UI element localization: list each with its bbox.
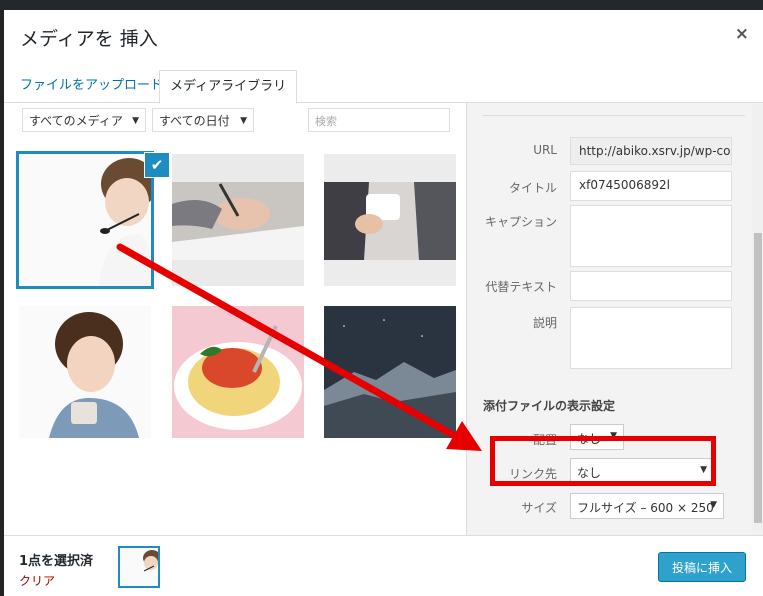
tab-media-library[interactable]: メディアライブラリ xyxy=(159,70,298,104)
title-label: タイトル xyxy=(508,181,557,195)
media-item-spaghetti[interactable] xyxy=(172,306,304,438)
caption-field[interactable] xyxy=(570,205,732,267)
selected-check-icon[interactable]: ✔ xyxy=(144,152,170,178)
highlight-box xyxy=(490,436,716,486)
media-modal: メディアを 挿入 × ファイルをアップロード メディアライブラリ すべてのメディ… xyxy=(4,10,763,596)
smiling-woman-image xyxy=(19,306,151,438)
writing-hands-image xyxy=(172,154,304,286)
media-toolbar: 1点を選択済 クリア 投稿に挿入 xyxy=(4,535,763,596)
media-item-mountains[interactable] xyxy=(324,306,456,438)
scrollbar-thumb[interactable] xyxy=(754,233,762,523)
tab-bar: ファイルをアップロード メディアライブラリ xyxy=(4,70,763,104)
url-label: URL xyxy=(533,143,557,157)
mountains-image xyxy=(324,306,456,438)
media-item-smiling-woman[interactable] xyxy=(19,306,151,438)
dropdown-arrow-icon: ▼ xyxy=(132,116,139,126)
description-label: 説明 xyxy=(532,316,557,330)
media-item-coffee-woman[interactable] xyxy=(324,154,456,286)
selected-thumbnail-image xyxy=(120,548,158,586)
size-value: フルサイズ – 600 × 250 xyxy=(577,501,714,515)
media-item-writing-hands[interactable] xyxy=(172,154,304,286)
media-type-select[interactable]: すべてのメディア ▼ xyxy=(22,108,146,132)
search-input[interactable]: 検索 xyxy=(308,108,450,132)
spaghetti-image xyxy=(172,306,304,438)
dropdown-arrow-icon: ▼ xyxy=(710,500,717,510)
dropdown-arrow-icon: ▼ xyxy=(240,116,247,126)
close-icon[interactable]: × xyxy=(735,24,749,44)
title-field[interactable]: xf0745006892l xyxy=(570,171,732,201)
alt-text-field[interactable] xyxy=(570,271,732,301)
insert-into-post-button[interactable]: 投稿に挿入 xyxy=(658,552,746,582)
clear-selection-link[interactable]: クリア xyxy=(19,572,55,589)
display-settings-heading: 添付ファイルの表示設定 xyxy=(483,399,616,413)
admin-bar xyxy=(0,0,763,10)
date-value: すべての日付 xyxy=(159,114,230,128)
url-field[interactable]: http://abiko.xsrv.jp/wp-co xyxy=(570,137,732,165)
divider xyxy=(483,115,745,116)
caption-label: キャプション xyxy=(484,215,557,229)
coffee-woman-image xyxy=(324,154,456,286)
date-select[interactable]: すべての日付 ▼ xyxy=(152,108,254,132)
size-label: サイズ xyxy=(521,501,557,515)
modal-title: メディアを 挿入 xyxy=(20,28,158,50)
media-type-value: すべてのメディア xyxy=(29,114,123,128)
sidebar-scrollbar[interactable] xyxy=(752,103,763,541)
selection-count: 1点を選択済 xyxy=(19,554,94,569)
alt-text-label: 代替テキスト xyxy=(485,280,557,294)
media-item-headset-woman[interactable] xyxy=(16,151,154,289)
selected-thumbnail[interactable] xyxy=(118,546,160,588)
description-field[interactable] xyxy=(570,307,732,369)
size-select[interactable]: フルサイズ – 600 × 250 ▼ xyxy=(570,493,724,519)
headset-woman-image xyxy=(19,154,151,286)
tab-upload[interactable]: ファイルをアップロード xyxy=(10,70,173,102)
